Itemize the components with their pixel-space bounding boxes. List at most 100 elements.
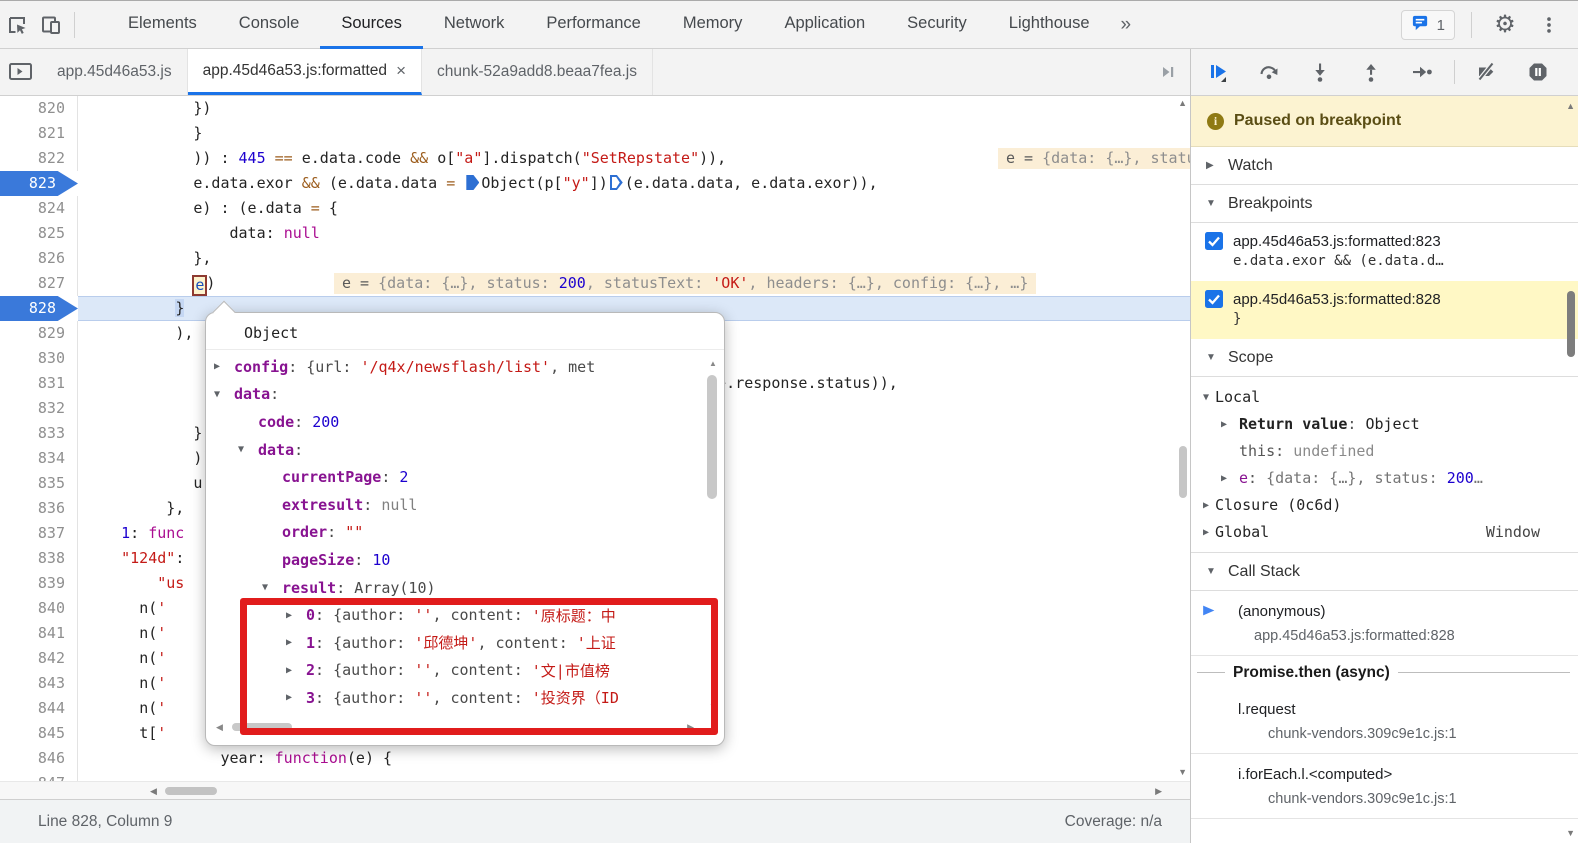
open-more-tabs-icon[interactable]: [1146, 49, 1190, 95]
file-tab[interactable]: chunk-52a9add8.beaa7fea.js: [422, 49, 653, 95]
line-number[interactable]: 835: [0, 471, 78, 496]
chevron-down-icon[interactable]: ▼: [238, 444, 258, 455]
line-number[interactable]: 837: [0, 521, 78, 546]
line-number[interactable]: 833: [0, 421, 78, 446]
function-marker-outline-icon[interactable]: [610, 175, 623, 190]
callstack-frame[interactable]: i.forEach.l.<computed>chunk-vendors.309c…: [1191, 754, 1578, 819]
tab-security[interactable]: Security: [886, 1, 988, 49]
chevron-right-icon[interactable]: ▶: [1221, 411, 1239, 438]
object-tree-row[interactable]: ▶config: {url: '/q4x/newsflash/list', me…: [206, 353, 724, 381]
settings-gear-icon[interactable]: ⚙: [1488, 9, 1522, 41]
tab-console[interactable]: Console: [218, 1, 321, 49]
inspect-element-icon[interactable]: [0, 9, 34, 41]
callstack-frame[interactable]: (anonymous)app.45d46a53.js:formatted:828: [1191, 591, 1578, 656]
chevron-down-icon[interactable]: ▼: [1203, 384, 1215, 411]
line-number[interactable]: 844: [0, 696, 78, 721]
line-number[interactable]: 838: [0, 546, 78, 571]
tab-sources[interactable]: Sources: [320, 1, 423, 49]
line-number[interactable]: 847: [0, 771, 78, 781]
chevron-right-icon[interactable]: ▶: [214, 361, 234, 372]
more-panels-button[interactable]: »: [1111, 14, 1142, 36]
callstack-section-header[interactable]: ▼ Call Stack: [1191, 553, 1578, 591]
file-tab[interactable]: app.45d46a53.js: [42, 49, 188, 95]
sidebar-scrollbar[interactable]: ▲ ▼: [1565, 99, 1577, 843]
scroll-right-arrow[interactable]: ▶: [1155, 786, 1162, 797]
console-messages-button[interactable]: 1: [1401, 10, 1455, 40]
object-tree-row[interactable]: ▶0: {author: '', content: '原标题：中: [206, 601, 724, 629]
tab-memory[interactable]: Memory: [662, 1, 764, 49]
resume-icon[interactable]: [1207, 61, 1229, 83]
scroll-left-arrow[interactable]: ◀: [150, 786, 157, 797]
tab-application[interactable]: Application: [763, 1, 886, 49]
breakpoint-line-number[interactable]: 828: [0, 296, 78, 321]
line-number[interactable]: 830: [0, 346, 78, 371]
scope-variable-row[interactable]: ▶Return value: Object: [1191, 411, 1578, 438]
scroll-down-arrow[interactable]: ▼: [1566, 828, 1575, 838]
scroll-up-arrow[interactable]: ▲: [1566, 101, 1575, 111]
breakpoints-section-header[interactable]: ▼ Breakpoints: [1191, 185, 1578, 223]
tab-elements[interactable]: Elements: [107, 1, 218, 49]
breakpoint-line-number[interactable]: 823: [0, 171, 78, 196]
line-number[interactable]: 845: [0, 721, 78, 746]
line-number[interactable]: 826: [0, 246, 78, 271]
callstack-frame[interactable]: l.requestchunk-vendors.309c9e1c.js:1: [1191, 689, 1578, 754]
scroll-up-arrow[interactable]: ▲: [1178, 98, 1187, 108]
chevron-right-icon[interactable]: ▶: [1203, 519, 1215, 546]
deactivate-breakpoints-icon[interactable]: [1476, 61, 1498, 83]
chevron-right-icon[interactable]: ▶: [286, 610, 306, 621]
scope-closure-section[interactable]: ▶Closure (0c6d): [1191, 492, 1578, 519]
chevron-right-icon[interactable]: ▶: [286, 692, 306, 703]
line-number[interactable]: 831: [0, 371, 78, 396]
line-number[interactable]: 843: [0, 671, 78, 696]
line-number[interactable]: 824: [0, 196, 78, 221]
scroll-down-arrow[interactable]: ▼: [1178, 767, 1187, 777]
watch-section-header[interactable]: ▶ Watch: [1191, 147, 1578, 185]
file-tab[interactable]: app.45d46a53.js:formatted×: [188, 49, 422, 95]
line-number[interactable]: 820: [0, 96, 78, 121]
line-number[interactable]: 832: [0, 396, 78, 421]
chevron-down-icon[interactable]: ▼: [262, 582, 282, 593]
chevron-down-icon[interactable]: ▼: [214, 389, 234, 400]
step-over-icon[interactable]: [1258, 61, 1280, 83]
object-tree-row[interactable]: ▼data:: [206, 381, 724, 409]
chevron-right-icon[interactable]: ▶: [1203, 492, 1215, 519]
breakpoint-entry[interactable]: app.45d46a53.js:formatted:828}: [1191, 281, 1578, 339]
chevron-right-icon[interactable]: ▶: [286, 665, 306, 676]
toggle-navigator-icon[interactable]: [0, 49, 42, 95]
step-out-icon[interactable]: [1360, 61, 1382, 83]
line-number[interactable]: 846: [0, 746, 78, 771]
object-tree-row[interactable]: ▼result: Array(10): [206, 574, 724, 602]
step-into-icon[interactable]: [1309, 61, 1331, 83]
editor-horizontal-scrollbar[interactable]: ◀ ▶: [0, 781, 1190, 799]
tab-lighthouse[interactable]: Lighthouse: [988, 1, 1111, 49]
object-tree-row[interactable]: ▶2: {author: '', content: '文|市值榜: [206, 657, 724, 685]
device-toolbar-icon[interactable]: [34, 9, 68, 41]
scrollbar-thumb[interactable]: [1179, 446, 1187, 498]
breakpoint-entry[interactable]: app.45d46a53.js:formatted:823e.data.exor…: [1191, 223, 1578, 281]
scope-local-section[interactable]: ▼Local: [1191, 384, 1578, 411]
close-tab-icon[interactable]: ×: [396, 61, 406, 81]
line-number[interactable]: 829: [0, 321, 78, 346]
chevron-right-icon[interactable]: ▶: [286, 637, 306, 648]
function-marker-icon[interactable]: [466, 175, 479, 190]
line-number[interactable]: 827: [0, 271, 78, 296]
object-tree-row[interactable]: ▼data:: [206, 436, 724, 464]
object-tree-row[interactable]: ▶3: {author: '', content: '投资界（ID: [206, 684, 724, 712]
scope-section-header[interactable]: ▼ Scope: [1191, 339, 1578, 377]
breakpoint-checkbox[interactable]: [1205, 232, 1223, 250]
step-icon[interactable]: [1411, 61, 1433, 83]
popup-horizontal-scrollbar[interactable]: ◀▶: [216, 721, 694, 733]
breakpoint-checkbox[interactable]: [1205, 290, 1223, 308]
scope-variable-row[interactable]: ▶e: {data: {…}, status: 200…: [1191, 465, 1578, 492]
popup-vertical-scrollbar[interactable]: ▲▼: [706, 359, 718, 711]
editor-vertical-scrollbar[interactable]: ▲ ▼: [1176, 96, 1190, 781]
tab-performance[interactable]: Performance: [525, 1, 661, 49]
scrollbar-thumb[interactable]: [1567, 291, 1575, 357]
line-number[interactable]: 842: [0, 646, 78, 671]
more-options-icon[interactable]: [1532, 9, 1566, 41]
line-number[interactable]: 821: [0, 121, 78, 146]
tab-network[interactable]: Network: [423, 1, 526, 49]
line-number[interactable]: 840: [0, 596, 78, 621]
object-tree-row[interactable]: ▶1: {author: '邱德坤', content: '上证: [206, 629, 724, 657]
pause-on-exceptions-icon[interactable]: [1527, 61, 1549, 83]
